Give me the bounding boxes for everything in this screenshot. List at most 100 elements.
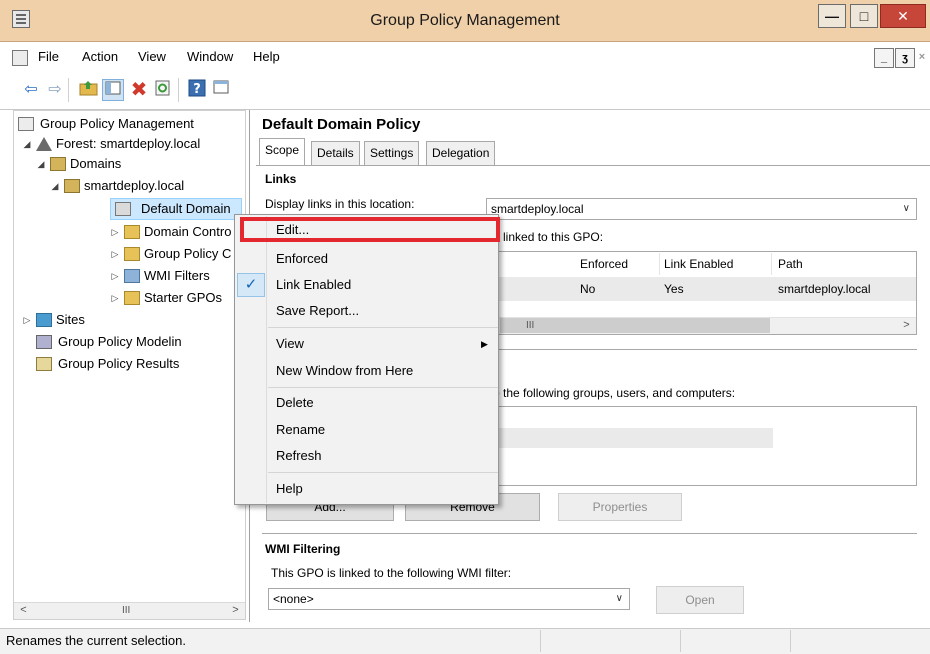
tree-label: Domains — [70, 156, 122, 171]
toolbar-separator — [178, 78, 179, 102]
mdi-close-button[interactable]: × — [915, 48, 929, 68]
open-button[interactable]: Open — [656, 586, 744, 614]
menu-separator — [268, 472, 498, 473]
mdi-restore-button[interactable]: ʒ — [895, 48, 915, 68]
menu-gutter — [266, 216, 267, 503]
menu-item-save-report[interactable]: Save Report... — [276, 299, 359, 323]
scroll-right-icon[interactable]: > — [227, 602, 244, 619]
menu-item-refresh[interactable]: Refresh — [276, 444, 322, 468]
location-dropdown[interactable]: smartdeploy.local ∨ — [486, 198, 917, 220]
svg-text:?: ? — [193, 82, 201, 97]
menu-help[interactable]: Help — [253, 42, 280, 72]
menu-item-delete[interactable]: Delete — [276, 391, 314, 415]
expand-icon[interactable]: ▷ — [110, 222, 120, 242]
tree-label: Starter GPOs — [144, 290, 223, 305]
menu-item-help[interactable]: Help — [276, 477, 303, 501]
tree-label: Default Domain — [141, 201, 231, 216]
toolbar-separator — [68, 78, 69, 102]
tree-label: Group Policy Management — [40, 116, 194, 131]
scroll-left-icon[interactable]: < — [15, 602, 32, 619]
wmi-filter-value: <none> — [273, 592, 314, 606]
scroll-thumb[interactable]: III — [122, 602, 130, 619]
domain-icon — [64, 179, 80, 193]
wmi-filter-dropdown[interactable]: <none> ∨ — [268, 588, 630, 610]
results-icon — [36, 357, 52, 371]
column-header-link-enabled[interactable]: Link Enabled — [660, 253, 772, 275]
status-divider — [790, 630, 791, 652]
tree-label: Domain Contro — [144, 224, 232, 239]
expand-icon[interactable]: ▷ — [110, 288, 120, 308]
menu-file[interactable]: File — [38, 42, 59, 72]
gpm-icon — [18, 117, 34, 131]
display-links-label: Display links in this location: — [265, 197, 415, 211]
back-icon[interactable]: ⇦ — [20, 79, 42, 101]
links-scroll-thumb-grip: III — [526, 320, 535, 331]
expand-icon[interactable]: ▷ — [110, 266, 120, 286]
gpo-link-icon — [115, 202, 131, 216]
modeling-icon — [36, 335, 52, 349]
tree-label: Forest: smartdeploy.local — [56, 136, 201, 151]
collapse-icon[interactable]: ◢ — [36, 154, 46, 174]
up-folder-icon[interactable] — [78, 79, 100, 101]
cell-link-enabled: Yes — [664, 282, 684, 296]
console-pane-icon[interactable] — [210, 79, 232, 101]
tree-item-default-domain[interactable]: Default Domain — [110, 198, 242, 220]
cell-enforced: No — [580, 282, 596, 296]
menu-separator — [268, 387, 498, 388]
wmi-filter-text: This GPO is linked to the following WMI … — [271, 566, 512, 580]
collapse-icon[interactable]: ◢ — [22, 134, 32, 154]
wmi-filtering-heading: WMI Filtering — [265, 542, 341, 556]
column-header-path[interactable]: Path — [774, 253, 914, 275]
cell-path: smartdeploy.local — [778, 282, 871, 296]
mdi-minimize-button[interactable]: _ — [874, 48, 894, 68]
tab-delegation[interactable]: Delegation — [426, 141, 496, 165]
status-divider — [540, 630, 541, 652]
links-scroll-thumb[interactable] — [500, 318, 770, 333]
column-header-enforced[interactable]: Enforced — [576, 253, 660, 275]
tab-scope[interactable]: Scope — [259, 138, 306, 166]
links-heading: Links — [265, 172, 297, 186]
menu-view[interactable]: View — [138, 42, 166, 72]
tree-label: smartdeploy.local — [84, 178, 185, 193]
tab-settings[interactable]: Settings — [364, 141, 420, 165]
wmi-folder-icon — [124, 269, 140, 283]
scroll-right-icon[interactable]: > — [898, 317, 915, 334]
edit-highlight-annotation — [240, 217, 500, 242]
expand-icon[interactable]: ▷ — [110, 244, 120, 264]
mmc-doc-icon[interactable] — [12, 50, 28, 66]
delete-icon[interactable]: ✖ — [128, 79, 150, 101]
menu-item-new-window[interactable]: New Window from Here — [276, 359, 413, 383]
status-divider — [680, 630, 681, 652]
status-text: Renames the current selection. — [6, 633, 186, 648]
minimize-button[interactable]: — — [818, 4, 846, 28]
forest-icon — [36, 137, 52, 151]
tab-details[interactable]: Details — [311, 141, 360, 165]
starter-folder-icon — [124, 291, 140, 305]
menu-item-rename[interactable]: Rename — [276, 418, 325, 442]
close-button[interactable]: ✕ — [880, 4, 926, 28]
ou-folder-icon — [124, 225, 140, 239]
window-title: Group Policy Management — [370, 12, 560, 29]
tree-label: Group Policy Modelin — [58, 334, 182, 349]
forward-icon[interactable]: ⇨ — [44, 79, 66, 101]
expand-icon[interactable]: ▷ — [22, 310, 32, 330]
chevron-down-icon: ∨ — [615, 593, 623, 604]
properties-button[interactable]: Properties — [558, 493, 682, 521]
gpo-folder-icon — [124, 247, 140, 261]
menu-window[interactable]: Window — [187, 42, 233, 72]
show-hide-tree-icon[interactable] — [102, 79, 124, 101]
tree-label: Group Policy Results — [58, 356, 180, 371]
submenu-arrow-icon: ▶ — [481, 339, 488, 349]
collapse-icon[interactable]: ◢ — [50, 176, 60, 196]
menu-item-enforced[interactable]: Enforced — [276, 247, 328, 271]
refresh-icon[interactable] — [152, 79, 174, 101]
tree-label: Sites — [56, 312, 85, 327]
maximize-button[interactable]: □ — [850, 4, 878, 28]
menu-item-link-enabled[interactable]: Link Enabled — [276, 273, 351, 297]
linked-text: e linked to this GPO: — [493, 230, 604, 244]
menu-action[interactable]: Action — [82, 42, 118, 72]
tree-label: WMI Filters — [144, 268, 210, 283]
security-filtering-text: o the following groups, users, and compu… — [493, 386, 736, 400]
menu-item-view[interactable]: View — [276, 332, 304, 356]
help-icon[interactable]: ? — [186, 79, 208, 101]
